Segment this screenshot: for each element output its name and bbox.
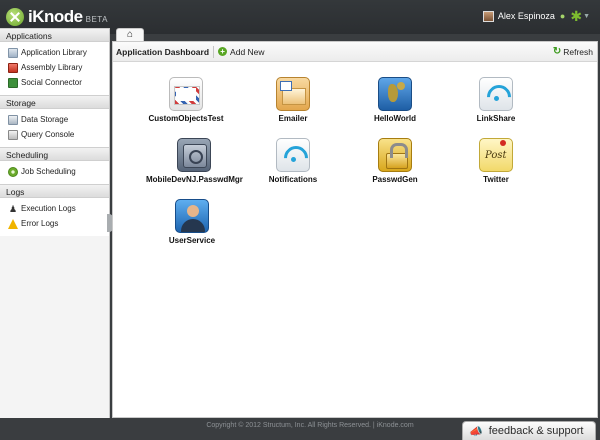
- padlock-icon: [378, 138, 412, 172]
- social-connector-icon: [8, 77, 18, 88]
- app-label: HelloWorld: [373, 114, 417, 123]
- query-console-icon: [8, 129, 18, 140]
- toolbar-divider: [213, 45, 215, 58]
- sidebar-item-execution-logs[interactable]: ♟ Execution Logs: [0, 201, 109, 216]
- post-it-text: Post: [485, 150, 507, 161]
- sidebar-item-application-library[interactable]: Application Library: [0, 45, 109, 60]
- refresh-button[interactable]: ↻ Refresh: [553, 46, 593, 57]
- sidebar-section-logs: Logs: [0, 184, 109, 198]
- app-tile-emailer[interactable]: Emailer: [245, 77, 341, 123]
- execution-logs-icon: ♟: [8, 203, 18, 214]
- iknode-logo-icon: [6, 8, 24, 26]
- sidebar-item-job-scheduling[interactable]: Job Scheduling: [0, 164, 109, 179]
- app-tile-customobjectstest[interactable]: CustomObjectsTest: [138, 77, 234, 123]
- sidebar: Applications Application Library Assembl…: [0, 28, 110, 418]
- globe-icon: [378, 77, 412, 111]
- app-label: Notifications: [268, 175, 318, 184]
- app-tile-twitter[interactable]: Post Twitter: [448, 138, 544, 184]
- tab-home[interactable]: ⌂: [116, 28, 144, 41]
- beta-badge: BETA: [85, 14, 108, 24]
- app-label: UserService: [168, 236, 216, 245]
- app-label: Twitter: [483, 175, 509, 184]
- post-it-icon: Post: [479, 138, 513, 172]
- sidebar-item-label: Execution Logs: [21, 204, 76, 213]
- sidebar-item-query-console[interactable]: Query Console: [0, 127, 109, 142]
- mail-envelope-icon: [169, 77, 203, 111]
- sidebar-item-label: Query Console: [21, 130, 75, 139]
- application-library-icon: [8, 47, 18, 58]
- app-label: Emailer: [278, 114, 308, 123]
- refresh-icon: ↻: [552, 46, 562, 57]
- sidebar-item-error-logs[interactable]: Error Logs: [0, 216, 109, 231]
- assembly-library-icon: [8, 62, 18, 73]
- user-name[interactable]: Alex Espinoza: [498, 11, 555, 21]
- app-label: PasswdGen: [372, 175, 418, 184]
- separator-dot: ●: [559, 11, 566, 21]
- sidebar-item-label: Error Logs: [21, 219, 59, 228]
- add-new-label: Add New: [230, 46, 265, 57]
- app-label: CustomObjectsTest: [148, 114, 224, 123]
- app-label: LinkShare: [476, 114, 516, 123]
- chevron-down-icon[interactable]: ▼: [583, 13, 590, 20]
- megaphone-icon: 📣: [469, 425, 483, 438]
- dashboard-toolbar: Application Dashboard + Add New ↻ Refres…: [113, 42, 597, 62]
- sidebar-section-scheduling: Scheduling: [0, 147, 109, 161]
- sidebar-item-label: Application Library: [21, 48, 87, 57]
- job-scheduling-icon: [8, 166, 18, 177]
- dashboard-panel: Application Dashboard + Add New ↻ Refres…: [112, 41, 598, 418]
- user-menu[interactable]: Alex Espinoza ● ✱ ▼: [482, 9, 590, 23]
- feedback-label: feedback & support: [488, 425, 584, 437]
- sidebar-item-label: Social Connector: [21, 78, 82, 87]
- sidebar-item-data-storage[interactable]: Data Storage: [0, 112, 109, 127]
- brand-name: iKnode: [28, 7, 83, 26]
- app-tile-linkshare[interactable]: LinkShare: [448, 77, 544, 123]
- app-tile-helloworld[interactable]: HelloWorld: [347, 77, 443, 123]
- brand-logo[interactable]: iKnode BETA: [6, 7, 108, 27]
- page-title: Application Dashboard: [116, 46, 210, 57]
- home-icon: ⌂: [126, 29, 134, 40]
- data-storage-icon: [8, 114, 18, 125]
- sidebar-section-storage: Storage: [0, 95, 109, 109]
- emailer-envelope-icon: [276, 77, 310, 111]
- gear-icon[interactable]: ✱: [570, 9, 582, 23]
- user-icon: [175, 199, 209, 233]
- sidebar-item-label: Assembly Library: [21, 63, 83, 72]
- app-tile-passwdgen[interactable]: PasswdGen: [347, 138, 443, 184]
- avatar: [482, 10, 494, 22]
- app-label: MobileDevNJ.PasswdMgr: [146, 175, 243, 184]
- plus-icon: +: [218, 47, 228, 56]
- sidebar-item-assembly-library[interactable]: Assembly Library: [0, 60, 109, 75]
- app-tile-mobiledevnj-passwdmgr[interactable]: MobileDevNJ.PasswdMgr: [146, 138, 243, 184]
- feedback-support-button[interactable]: 📣 feedback & support: [462, 421, 596, 440]
- footer-copyright: Copyright © 2012 Structum, Inc. All Righ…: [206, 422, 414, 429]
- app-tile-notifications[interactable]: Notifications: [245, 138, 341, 184]
- safe-icon: [177, 138, 211, 172]
- sidebar-item-label: Data Storage: [21, 115, 69, 124]
- wifi-icon: [479, 77, 513, 111]
- warning-icon: [8, 218, 18, 229]
- sidebar-item-social-connector[interactable]: Social Connector: [0, 75, 109, 90]
- wifi-icon: [276, 138, 310, 172]
- sidebar-item-label: Job Scheduling: [21, 167, 76, 176]
- add-new-button[interactable]: + Add New: [218, 47, 265, 57]
- sidebar-section-applications: Applications: [0, 28, 109, 42]
- refresh-label: Refresh: [563, 46, 593, 57]
- app-tile-userservice[interactable]: UserService: [144, 199, 240, 245]
